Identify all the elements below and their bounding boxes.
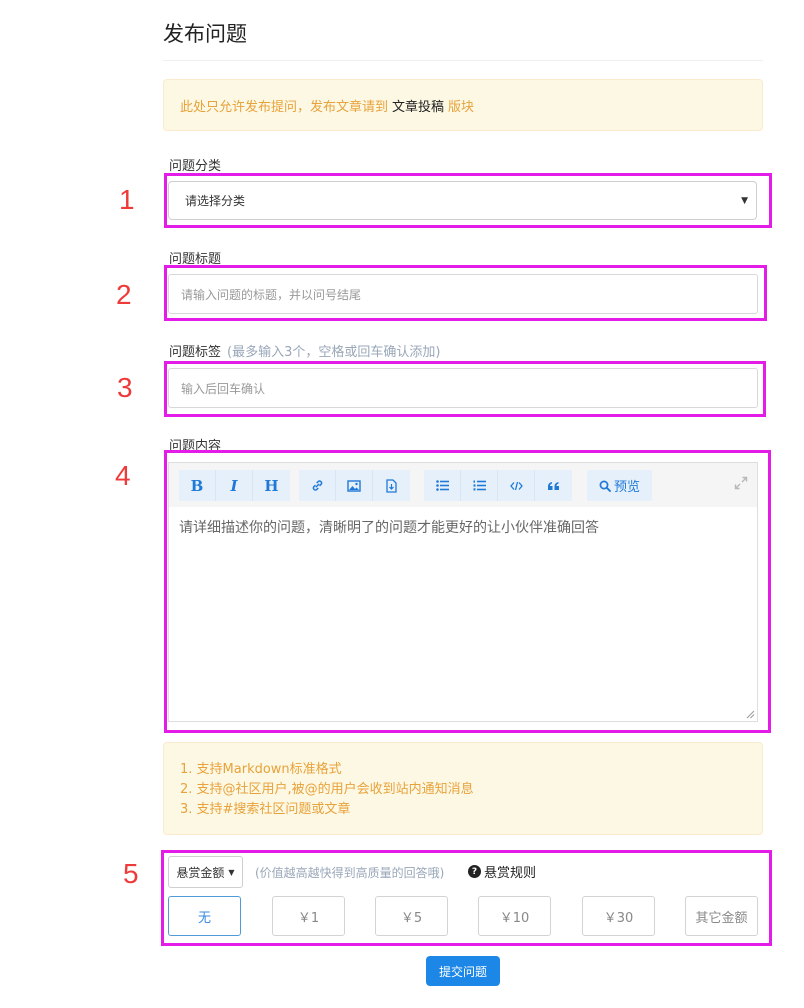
reward-option-30[interactable]: ￥30 <box>582 896 655 936</box>
heading-button[interactable]: H <box>253 470 290 501</box>
preview-button[interactable]: 预览 <box>587 470 652 501</box>
search-icon <box>599 480 611 492</box>
tags-placeholder: 输入后回车确认 <box>181 381 266 396</box>
reward-rules-label: 悬赏规则 <box>484 866 537 881</box>
reward-amount-dropdown[interactable]: 悬赏金额 ▼ <box>168 856 243 888</box>
code-button[interactable] <box>498 470 535 501</box>
tip-item: 1. 支持Markdown标准格式 <box>180 762 342 777</box>
title-divider <box>163 60 763 61</box>
numbered-list-button[interactable] <box>461 470 498 501</box>
reward-option-5[interactable]: ￥5 <box>375 896 448 936</box>
question-title-input[interactable]: 请输入问题的标题，并以问号结尾 <box>168 274 758 314</box>
article-submit-link[interactable]: 文章投稿 <box>392 96 444 115</box>
annotation-box-5 <box>161 850 772 946</box>
caret-down-icon: ▼ <box>228 867 235 877</box>
link-icon <box>312 480 322 491</box>
tags-label-text: 问题标签 <box>169 345 222 360</box>
category-label: 问题分类 <box>169 159 222 174</box>
notice-suffix: 版块 <box>448 99 475 115</box>
block-group <box>424 470 572 501</box>
notice-text: 此处只允许发布提问，发布文章请到 <box>180 99 389 115</box>
resize-handle-icon[interactable] <box>745 709 755 719</box>
reward-option-other[interactable]: 其它金额 <box>685 896 758 936</box>
tip-item: 2. 支持@社区用户,被@的用户会收到站内通知消息 <box>180 782 474 797</box>
tip-item: 3. 支持#搜索社区问题或文章 <box>180 802 351 817</box>
question-title-placeholder: 请输入问题的标题，并以问号结尾 <box>181 287 362 302</box>
insert-group <box>299 470 410 501</box>
annotation-number-3: 3 <box>117 372 133 403</box>
content-editor[interactable]: B I H 预览 请详细描述你的问题，清晰明了的问题才能更好的让小伙伴准确回答 <box>168 462 758 722</box>
page-title: 发布问题 <box>163 22 247 46</box>
format-group: B I H <box>179 470 290 501</box>
tags-input[interactable]: 输入后回车确认 <box>168 368 758 408</box>
annotation-number-1: 1 <box>119 184 135 215</box>
caret-down-icon: ▼ <box>741 196 748 206</box>
quote-button[interactable] <box>535 470 572 501</box>
file-button[interactable] <box>373 470 410 501</box>
preview-label: 预览 <box>613 480 640 495</box>
reward-option-none[interactable]: 无 <box>168 896 241 936</box>
bullet-list-button[interactable] <box>424 470 461 501</box>
reward-rules-link[interactable]: ? 悬赏规则 <box>468 862 536 881</box>
question-circle-icon: ? <box>468 865 481 878</box>
quote-icon <box>548 481 559 490</box>
content-placeholder: 请详细描述你的问题，清晰明了的问题才能更好的让小伙伴准确回答 <box>179 520 599 536</box>
image-icon <box>347 479 361 492</box>
bullet-list-icon <box>435 480 449 491</box>
code-icon <box>509 481 523 490</box>
category-select[interactable]: 请选择分类 ▼ <box>168 181 757 220</box>
numbered-list-icon <box>473 480 486 491</box>
category-select-value: 请选择分类 <box>185 194 246 208</box>
link-button[interactable] <box>299 470 336 501</box>
reward-option-10[interactable]: ￥10 <box>478 896 551 936</box>
file-icon <box>386 478 397 493</box>
annotation-number-2: 2 <box>116 279 132 310</box>
bold-button[interactable]: B <box>179 470 216 501</box>
annotation-number-5: 5 <box>123 858 139 889</box>
markdown-tips: 1. 支持Markdown标准格式 2. 支持@社区用户,被@的用户会收到站内通… <box>163 742 763 835</box>
tags-label: 问题标签 (最多输入3个，空格或回车确认添加) <box>169 341 440 360</box>
annotation-number-4: 4 <box>115 460 131 491</box>
image-button[interactable] <box>336 470 373 501</box>
reward-dropdown-label: 悬赏金额 <box>176 865 225 880</box>
italic-button[interactable]: I <box>216 470 253 501</box>
editor-toolbar: B I H 预览 <box>169 463 757 507</box>
reward-hint: (价值越高越快得到高质量的回答哦) <box>255 866 445 880</box>
reward-option-1[interactable]: ￥1 <box>272 896 345 936</box>
submit-question-button[interactable]: 提交问题 <box>426 956 500 986</box>
tags-hint: (最多输入3个，空格或回车确认添加) <box>227 345 441 360</box>
fullscreen-icon[interactable] <box>733 475 749 491</box>
notice-banner: 此处只允许发布提问，发布文章请到 文章投稿 版块 <box>163 79 763 131</box>
